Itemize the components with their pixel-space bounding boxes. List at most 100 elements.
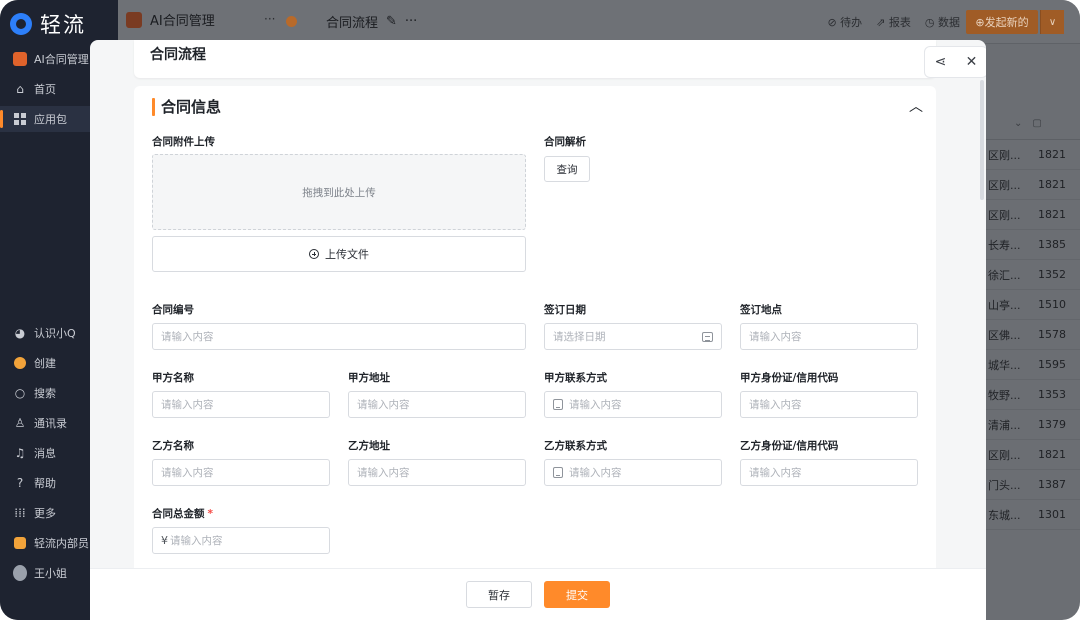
party-b-id-label: 乙方身份证/信用代码 — [740, 440, 839, 452]
upload-dropzone[interactable]: 拖拽到此处上传 — [152, 154, 526, 230]
phone-icon — [553, 399, 563, 410]
party-a-phone-input[interactable]: 请输入内容 — [544, 391, 722, 418]
phone-cell: 1379 — [1038, 418, 1066, 431]
phone-cell: 1821 — [1038, 178, 1066, 191]
phone-cell: 1821 — [1038, 208, 1066, 221]
party-a-name-label: 甲方名称 — [152, 372, 194, 384]
table-row[interactable]: 门头... 1387 — [986, 470, 1080, 500]
submit-button[interactable]: 提交 — [544, 581, 610, 608]
chevron-down-icon[interactable]: ∨ — [1040, 10, 1064, 34]
address-cell: 区佛... — [988, 328, 1021, 342]
phone-cell: 1301 — [1038, 508, 1066, 521]
table-row[interactable]: 区佛... 1578 — [986, 320, 1080, 350]
party-a-address-label: 甲方地址 — [348, 372, 390, 384]
party-a-id-input[interactable]: 请输入内容 — [740, 391, 918, 418]
address-cell: 区刚... — [988, 448, 1021, 462]
section-title: 合同信息 — [152, 96, 221, 117]
phone-cell: 1510 — [1038, 298, 1066, 311]
contract-info-section: 合同信息 ︿ 合同附件上传 拖拽到此处上传 上传文件 合同解析 查询 合同编号 … — [134, 86, 936, 576]
contract-flow-modal: 合同流程 ⋖ ✕ 合同信息 ︿ 合同附件上传 拖拽到此处上传 上传文件 合同解析… — [90, 40, 986, 620]
save-draft-button[interactable]: 暂存 — [466, 581, 532, 608]
sign-date-picker[interactable]: 请选择日期 — [544, 323, 722, 350]
party-b-address-label: 乙方地址 — [348, 440, 390, 452]
modal-scrollbar[interactable] — [980, 80, 984, 200]
modal-toolbar: ⋖ ✕ — [924, 46, 986, 78]
sidebar-item-label: AI合同管理 — [34, 53, 89, 66]
parse-label: 合同解析 — [544, 136, 586, 148]
sidebar-item-label: 创建 — [34, 357, 56, 370]
workspace-icon — [13, 536, 27, 550]
table-row[interactable]: 区刚... 1821 — [986, 170, 1080, 200]
upload-button-label: 上传文件 — [325, 248, 369, 261]
sidebar-item-label: 消息 — [34, 447, 56, 460]
table-row[interactable]: 清浦... 1379 — [986, 410, 1080, 440]
app-icon — [126, 11, 142, 28]
address-cell: 城华... — [988, 358, 1021, 372]
party-b-name-label: 乙方名称 — [152, 440, 194, 452]
notification-dot-icon — [286, 16, 297, 27]
phone-cell: 1821 — [1038, 148, 1066, 161]
table-row[interactable]: 区刚... 1821 — [986, 140, 1080, 170]
plus-circle-icon — [309, 249, 319, 259]
party-a-phone-label: 甲方联系方式 — [544, 372, 607, 384]
logo-icon — [10, 13, 32, 35]
share-icon[interactable]: ⋖ — [930, 51, 952, 73]
total-amount-input[interactable]: ¥ 请输入内容 — [152, 527, 330, 554]
table-row[interactable]: 长寿... 1385 — [986, 230, 1080, 260]
logo[interactable]: 轻流 — [10, 8, 86, 40]
home-icon: ⌂ — [16, 82, 24, 96]
address-cell: 门头... — [988, 478, 1021, 492]
currency-symbol: ¥ — [161, 534, 168, 547]
data-link[interactable]: ◷ 数据 — [925, 14, 960, 30]
sidebar-item-label: 通讯录 — [34, 417, 67, 430]
table-row[interactable]: 东城... 1301 — [986, 500, 1080, 530]
upload-file-button[interactable]: 上传文件 — [152, 236, 526, 272]
party-b-id-input[interactable]: 请输入内容 — [740, 459, 918, 486]
address-cell: 区刚... — [988, 208, 1021, 222]
modal-footer: 暂存 提交 — [90, 568, 986, 620]
app-icon — [13, 52, 27, 66]
flow-title-text: 合同流程 — [326, 16, 379, 31]
address-cell: 牧野... — [988, 388, 1021, 402]
phone-cell: 1578 — [1038, 328, 1066, 341]
close-icon[interactable]: ✕ — [961, 51, 983, 73]
app-title[interactable]: AI合同管理 — [126, 10, 215, 29]
table-row[interactable]: 徐汇... 1352 — [986, 260, 1080, 290]
contract-no-input[interactable]: 请输入内容 — [152, 323, 526, 350]
address-cell: 清浦... — [988, 418, 1021, 432]
party-b-address-input[interactable]: 请输入内容 — [348, 459, 526, 486]
report-link[interactable]: ⇗ 报表 — [876, 14, 911, 30]
sidebar-item-label: 搜索 — [34, 387, 56, 400]
section-accent-bar — [152, 97, 155, 116]
phone-cell: 1387 — [1038, 478, 1066, 491]
party-b-name-input[interactable]: 请输入内容 — [152, 459, 330, 486]
chevron-up-icon[interactable]: ︿ — [906, 96, 926, 116]
table-row[interactable]: 城华... 1595 — [986, 350, 1080, 380]
sidebar-item-label: 王小姐 — [34, 567, 67, 580]
app-more-icon[interactable]: ··· — [264, 12, 275, 26]
todo-link[interactable]: ⊘ 待办 — [827, 14, 862, 30]
apps-grid-icon — [13, 112, 27, 126]
sign-place-label: 签订地点 — [740, 304, 782, 316]
query-button[interactable]: 查询 — [544, 156, 590, 182]
phone-cell: 1352 — [1038, 268, 1066, 281]
column-icon: ▢ — [1032, 118, 1042, 129]
table-row[interactable]: 牧野... 1353 — [986, 380, 1080, 410]
party-b-phone-input[interactable]: 请输入内容 — [544, 459, 722, 486]
logo-text: 轻流 — [40, 13, 86, 37]
table-row[interactable]: 区刚... 1821 — [986, 440, 1080, 470]
flow-more-icon[interactable]: ··· — [405, 14, 417, 29]
party-a-address-input[interactable]: 请输入内容 — [348, 391, 526, 418]
party-b-phone-label: 乙方联系方式 — [544, 440, 607, 452]
sign-place-input[interactable]: 请输入内容 — [740, 323, 918, 350]
app-title-text: AI合同管理 — [150, 14, 215, 29]
launch-new-button[interactable]: ⊕ 发起新的 — [966, 10, 1038, 34]
edit-icon[interactable]: ✎ — [386, 14, 397, 29]
table-row[interactable]: 山亭... 1510 — [986, 290, 1080, 320]
phone-cell: 1353 — [1038, 388, 1066, 401]
flow-title[interactable]: 合同流程 ✎ ··· — [326, 12, 417, 31]
bell-icon: ♫ — [14, 446, 26, 460]
party-a-name-input[interactable]: 请输入内容 — [152, 391, 330, 418]
table-row[interactable]: 区刚... 1821 — [986, 200, 1080, 230]
sidebar-item-label: 认识小Q — [34, 327, 76, 340]
